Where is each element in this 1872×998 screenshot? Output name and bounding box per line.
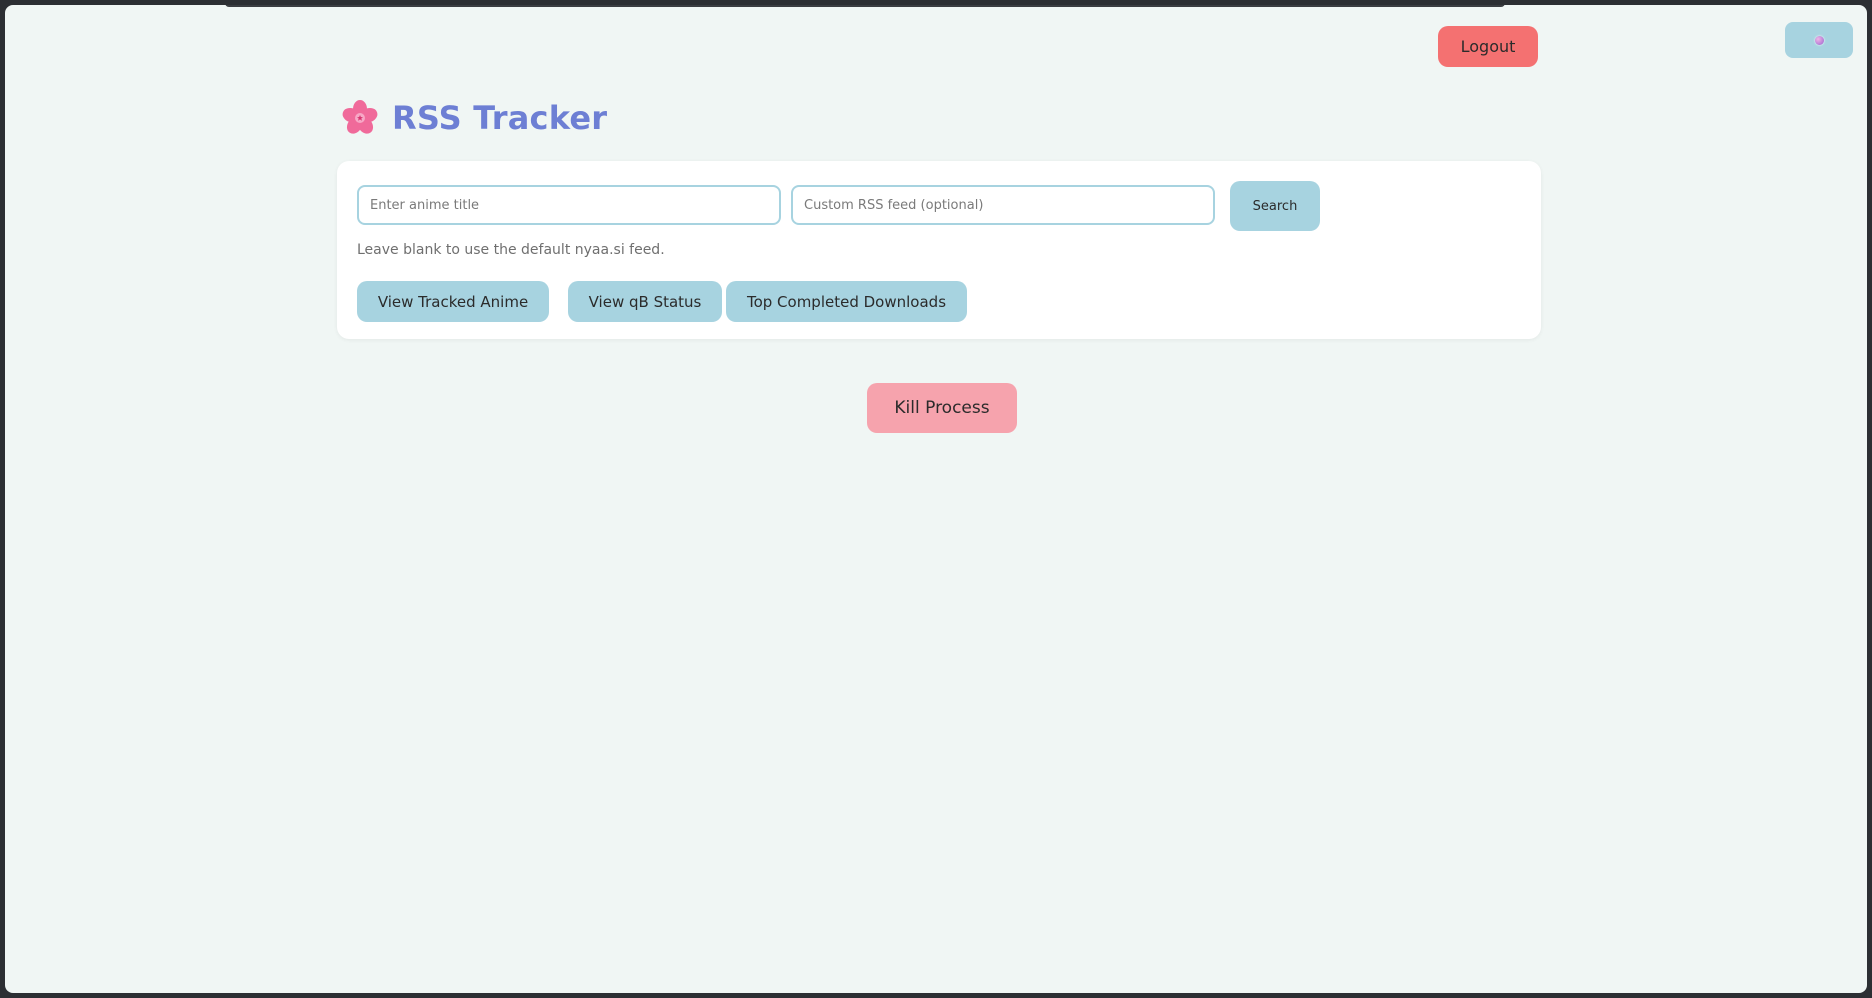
view-qb-status-button[interactable]: View qB Status <box>568 281 722 322</box>
window-top-strip <box>225 5 1505 7</box>
top-completed-downloads-button[interactable]: Top Completed Downloads <box>726 281 967 322</box>
theme-toggle-button[interactable] <box>1785 22 1853 58</box>
custom-rss-input[interactable] <box>791 185 1215 225</box>
search-card: Search Leave blank to use the default ny… <box>337 161 1541 339</box>
logout-button[interactable]: Logout <box>1438 26 1538 67</box>
page-header: RSS Tracker <box>340 95 607 140</box>
anime-title-input[interactable] <box>357 185 781 225</box>
page-title: RSS Tracker <box>392 98 608 137</box>
rss-hint-text: Leave blank to use the default nyaa.si f… <box>357 242 665 258</box>
moon-icon <box>1814 35 1824 45</box>
view-tracked-anime-button[interactable]: View Tracked Anime <box>357 281 549 322</box>
cherry-blossom-icon <box>342 99 378 134</box>
kill-process-button[interactable]: Kill Process <box>867 383 1017 433</box>
app-window: Logout RSS Tracker Search Leave blank to… <box>5 5 1867 993</box>
search-button[interactable]: Search <box>1230 181 1320 231</box>
